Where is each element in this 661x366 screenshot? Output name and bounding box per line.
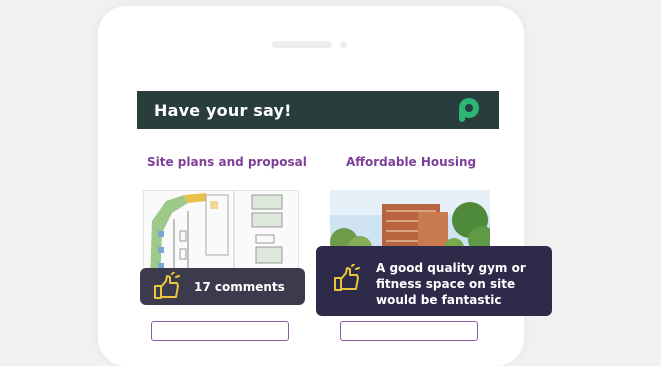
phone-camera <box>340 41 347 48</box>
thumbs-up-icon <box>334 264 360 291</box>
comment-count-text: 17 comments <box>194 279 285 294</box>
site-plans-button[interactable] <box>151 321 289 341</box>
header-bar: Have your say! <box>137 91 499 129</box>
thumbs-up-icon <box>154 271 180 299</box>
affordable-housing-button[interactable] <box>340 321 478 341</box>
quote-text: A good quality gym or fitness space on s… <box>376 261 526 307</box>
card-title-affordable-housing[interactable]: Affordable Housing <box>346 155 476 169</box>
page-title: Have your say! <box>154 100 292 120</box>
phone-speaker <box>272 41 332 48</box>
p-logo-icon <box>459 98 479 122</box>
card-title-site-plans[interactable]: Site plans and proposal <box>147 155 307 169</box>
comment-count-badge[interactable]: 17 comments <box>140 268 305 305</box>
quote-badge[interactable]: A good quality gym or fitness space on s… <box>316 246 552 316</box>
